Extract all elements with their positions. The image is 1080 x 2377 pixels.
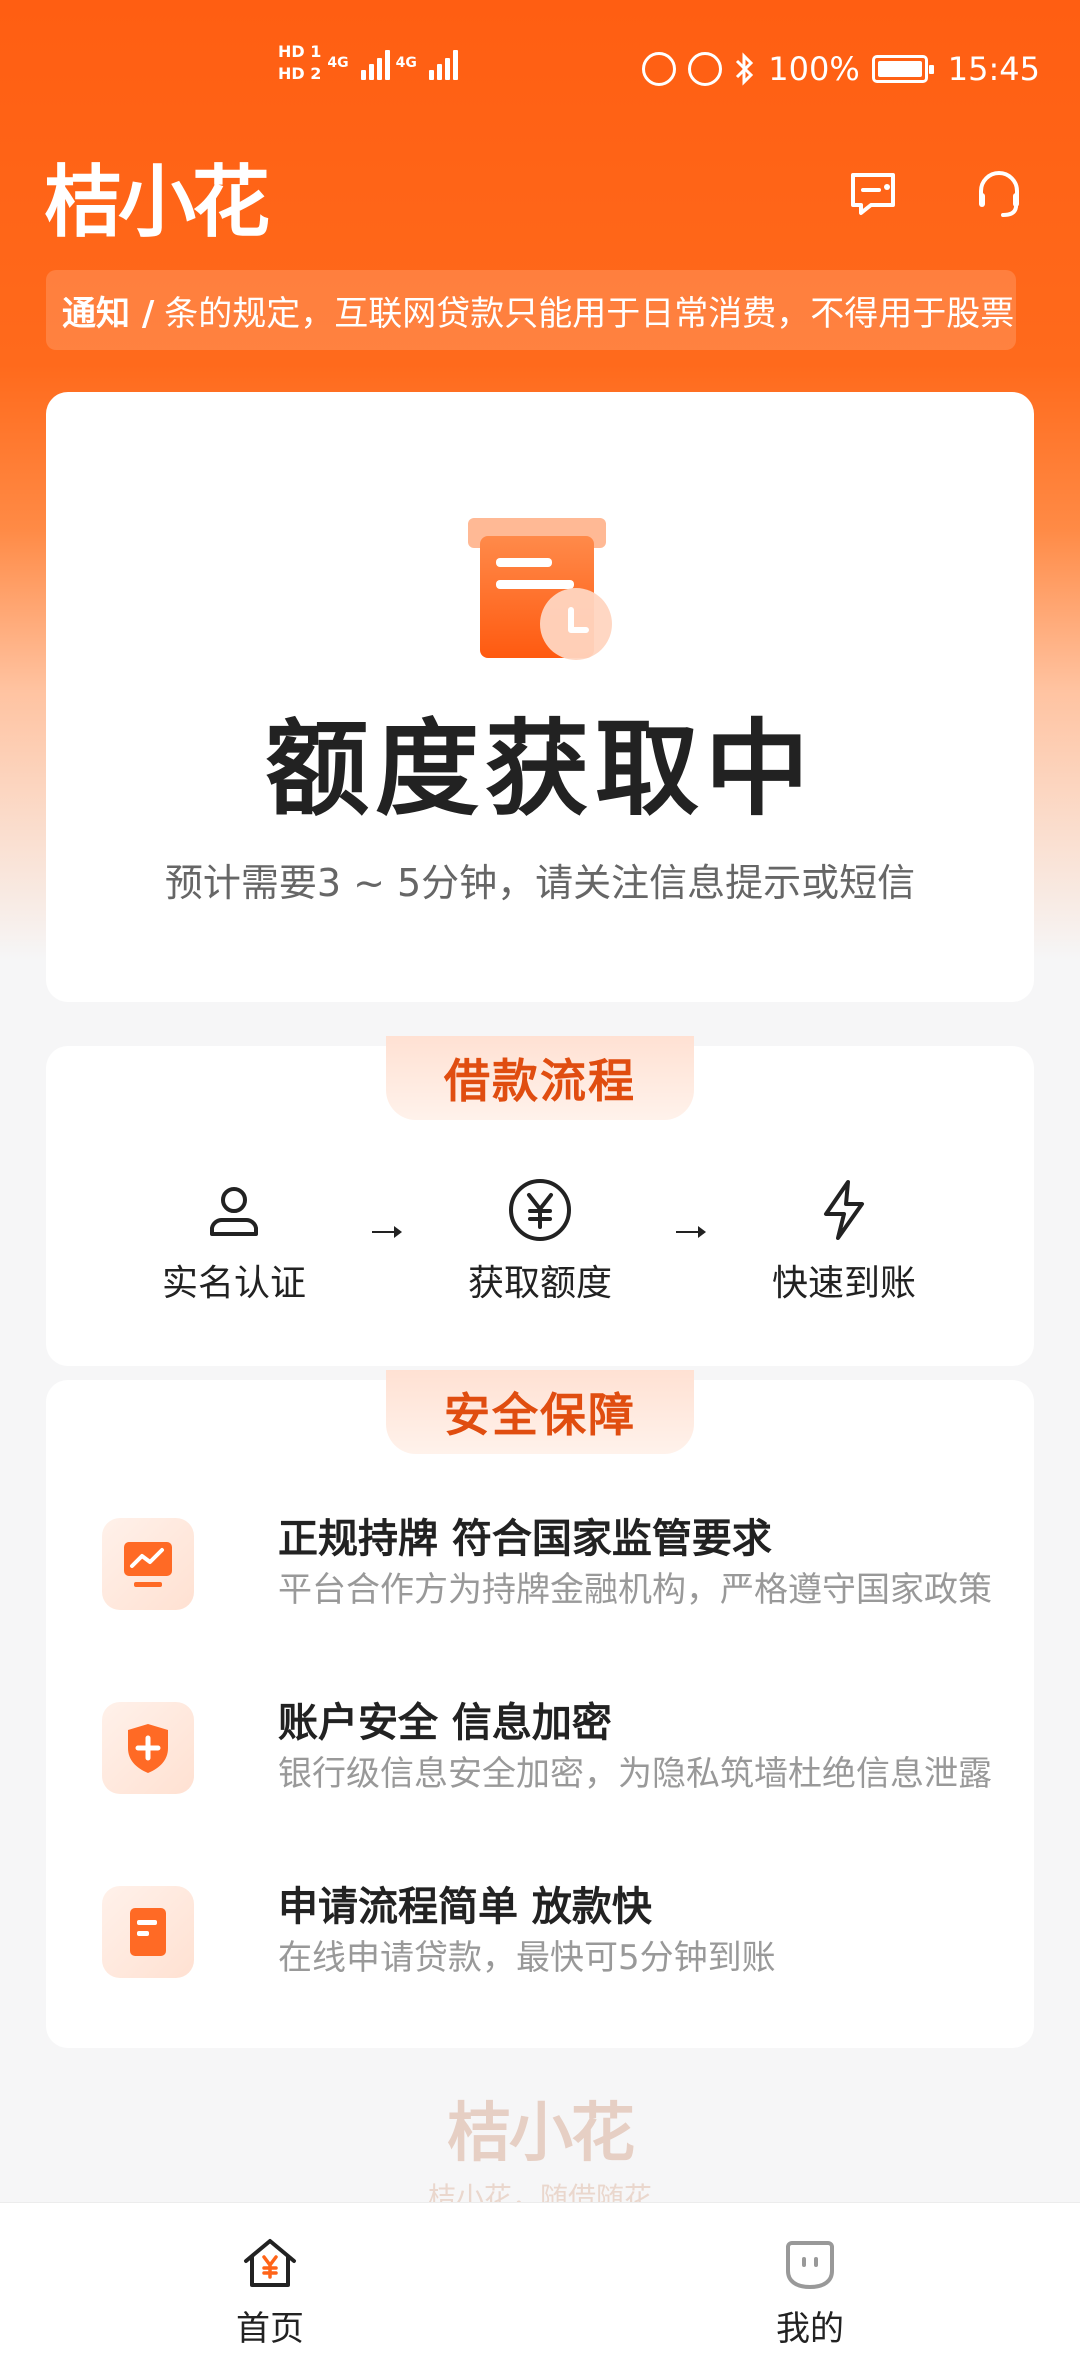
footer-logo: 桔小花 — [447, 2097, 635, 2171]
flow-step-label: 快速到账 — [771, 1263, 916, 1304]
chart-icon — [124, 1542, 172, 1587]
document-icon — [130, 1908, 166, 1956]
safety-item: 申请流程简单 放款快 在线申请贷款，最快可5分钟到账 — [102, 1874, 1002, 1994]
safety-item: 账户安全 信息加密 银行级信息安全加密，为隐私筑墙杜绝信息泄露 — [102, 1690, 1002, 1810]
tab-label: 我的 — [776, 2309, 844, 2349]
tab-profile[interactable]: 我的 — [710, 2233, 910, 2350]
profile-icon — [786, 2241, 834, 2290]
safety-card: 安全保障 正规持牌 符合国家监管要求 平台合作方为持牌金融机构，严格遵守国家政策… — [46, 1370, 1034, 2048]
credit-status-card: 额度获取中 预计需要3 ~ 5分钟，请关注信息提示或短信 — [46, 392, 1034, 1002]
status-title: 额度获取中 — [264, 708, 815, 830]
notice-label: 通知 / — [62, 293, 155, 334]
headset-icon — [979, 171, 1019, 217]
flow-arrow-icon — [676, 1226, 706, 1238]
flow-step-verify: 实名认证 — [134, 1172, 334, 1306]
sim1-label: HD 1 — [278, 42, 322, 61]
yuan-icon — [509, 1179, 571, 1241]
sim2-label: HD 2 — [278, 64, 322, 83]
status-bar: HD 1 HD 2 4G 4G 100% 15:45 — [0, 0, 1080, 140]
shield-icon — [128, 1724, 168, 1773]
lightning-icon — [824, 1180, 864, 1240]
home-icon — [244, 2239, 296, 2287]
bottom-tab-bar: 首页 我的 — [0, 2202, 1080, 2377]
bluetooth-icon — [736, 52, 754, 86]
flow-step-label: 获取额度 — [467, 1263, 612, 1304]
safety-item-desc: 银行级信息安全加密，为隐私筑墙杜绝信息泄露 — [278, 1754, 992, 1794]
clock: 15:45 — [947, 50, 1040, 88]
safety-title: 安全保障 — [386, 1370, 694, 1454]
network-indicators: HD 1 HD 2 4G 4G — [278, 42, 458, 84]
safety-item-desc: 在线申请贷款，最快可5分钟到账 — [278, 1938, 776, 1978]
safety-item-title: 正规持牌 符合国家监管要求 — [278, 1516, 772, 1562]
flow-arrow-icon — [372, 1226, 402, 1238]
flow-step-credit: 获取额度 — [440, 1172, 640, 1306]
battery-percent: 100% — [768, 50, 860, 88]
flow-step-label: 实名认证 — [161, 1263, 306, 1304]
app-logo: 桔小花 — [44, 158, 270, 248]
notice-text: 条的规定，互联网贷款只能用于日常消费，不得用于股票 — [164, 293, 1015, 334]
tab-home[interactable]: 首页 — [170, 2233, 370, 2350]
safety-item: 正规持牌 符合国家监管要求 平台合作方为持牌金融机构，严格遵守国家政策 — [102, 1506, 1002, 1626]
message-button[interactable] — [842, 162, 904, 224]
notice-bar[interactable]: 通知 / 条的规定，互联网贷款只能用于日常消费，不得用于股票 — [46, 270, 1016, 350]
tab-label: 首页 — [236, 2309, 304, 2349]
flow-step-fast: 快速到账 — [744, 1172, 944, 1306]
app-header: 桔小花 — [0, 140, 1080, 260]
pending-document-icon — [468, 518, 618, 672]
signal-icon — [360, 46, 390, 80]
customer-service-button[interactable] — [968, 162, 1030, 224]
safety-item-title: 申请流程简单 放款快 — [278, 1884, 652, 1930]
battery-icon — [871, 55, 934, 83]
safety-item-desc: 平台合作方为持牌金融机构，严格遵守国家政策 — [278, 1570, 992, 1610]
signal-icon-2 — [428, 46, 458, 80]
status-subtitle: 预计需要3 ~ 5分钟，请关注信息提示或短信 — [164, 861, 916, 905]
message-icon — [851, 173, 895, 215]
loan-flow-title: 借款流程 — [386, 1036, 694, 1120]
network-type-1: 4G — [327, 55, 349, 71]
safety-item-title: 账户安全 信息加密 — [278, 1700, 612, 1746]
user-icon — [210, 1187, 258, 1236]
nfc-icon — [642, 52, 677, 86]
alarm-icon — [688, 52, 723, 86]
network-type-2: 4G — [395, 55, 417, 71]
loan-flow-card: 借款流程 实名认证 获取额度 快速到账 — [46, 1036, 1034, 1366]
